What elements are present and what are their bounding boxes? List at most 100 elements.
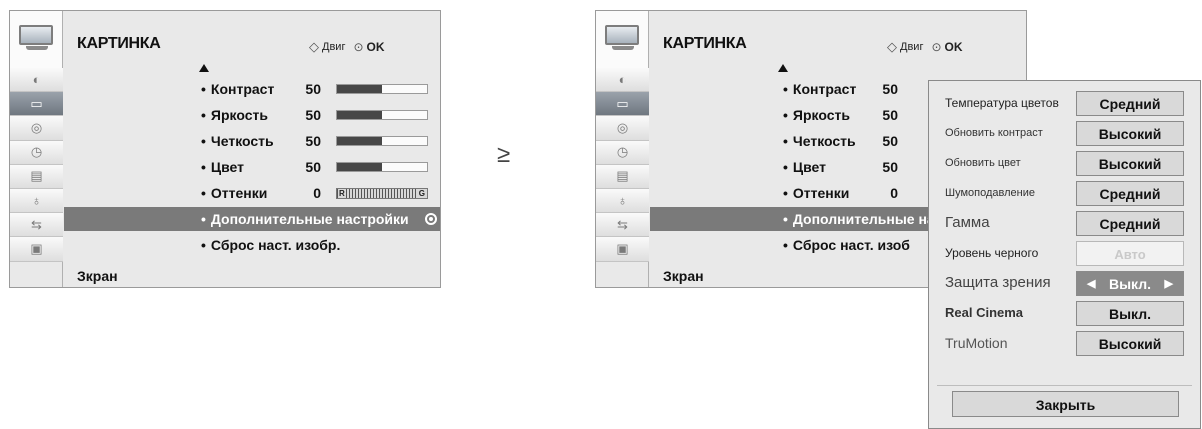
contrast-value: 50 bbox=[882, 81, 898, 97]
enter-icon bbox=[425, 213, 437, 225]
popup-row-noise-reduction[interactable]: Шумоподавление Средний bbox=[929, 178, 1200, 208]
input-icon[interactable]: ⇆ bbox=[10, 213, 63, 238]
color-temperature-label: Температура цветов bbox=[945, 96, 1059, 110]
screen-icon[interactable]: ▣ bbox=[10, 237, 63, 262]
popup-row-color-temperature[interactable]: Температура цветов Средний bbox=[929, 88, 1200, 118]
real-cinema-label: Real Cinema bbox=[945, 305, 1024, 320]
advanced-settings-label: Дополнительные настройки bbox=[210, 211, 409, 227]
noise-reduction-value[interactable]: Средний bbox=[1076, 181, 1184, 206]
trumotion-label: TruMotion bbox=[945, 335, 1008, 351]
popup-row-real-cinema[interactable]: Real Cinema Выкл. bbox=[929, 298, 1200, 328]
dynamic-contrast-value[interactable]: Высокий bbox=[1076, 121, 1184, 146]
input-icon[interactable]: ⇆ bbox=[596, 213, 649, 238]
arrow-left-icon[interactable]: ◀ bbox=[1087, 272, 1095, 297]
popup-row-dynamic-contrast[interactable]: Обновить контраст Высокий bbox=[929, 118, 1200, 148]
picture-presets-icon[interactable]: ◐ bbox=[10, 68, 63, 93]
popup-row-eye-care[interactable]: Защита зрения ◀ Выкл. ▶ bbox=[929, 268, 1200, 298]
menu-item-contrast[interactable]: • Контраст bbox=[201, 79, 274, 99]
move-hint: Двиг bbox=[900, 41, 924, 53]
picture-presets-icon[interactable]: ◐ bbox=[596, 68, 649, 93]
popup-row-trumotion[interactable]: TruMotion Высокий bbox=[929, 328, 1200, 358]
move-icon: ◇ bbox=[887, 39, 897, 54]
nav-hints: ◇ Двиг ⊙ OK bbox=[309, 39, 385, 55]
color-value: 50 bbox=[305, 159, 321, 175]
popup-row-black-level[interactable]: Уровень черного Авто bbox=[929, 238, 1200, 268]
menu-title: КАРТИНКА bbox=[663, 35, 747, 52]
selected-menu-item[interactable]: • Дополнительные настройки bbox=[64, 207, 440, 231]
menu-item-color[interactable]: • Цвет bbox=[783, 157, 826, 177]
eye-care-selector[interactable]: ◀ Выкл. ▶ bbox=[1076, 271, 1184, 296]
lock-icon[interactable]: ▤ bbox=[596, 164, 649, 189]
screen-icon[interactable]: ▣ bbox=[596, 237, 649, 262]
picture-icon[interactable]: ▭ bbox=[596, 92, 649, 117]
popup-row-dynamic-color[interactable]: Обновить цвет Высокий bbox=[929, 148, 1200, 178]
lock-icon[interactable]: ▤ bbox=[10, 164, 63, 189]
menu-item-tint[interactable]: • Оттенки bbox=[201, 183, 267, 203]
color-slider[interactable] bbox=[336, 162, 428, 172]
menu-item-color[interactable]: • Цвет bbox=[201, 157, 244, 177]
time-icon[interactable]: ◷ bbox=[596, 140, 649, 165]
brightness-value: 50 bbox=[305, 107, 321, 123]
ok-icon: ⊙ bbox=[931, 40, 942, 54]
tint-r-label: R bbox=[338, 189, 346, 198]
move-hint: Двиг bbox=[322, 41, 346, 53]
scroll-up-arrow-icon[interactable] bbox=[778, 64, 788, 72]
popup-row-gamma[interactable]: Гамма Средний bbox=[929, 208, 1200, 238]
ok-hint: OK bbox=[944, 40, 963, 54]
eye-care-label: Защита зрения bbox=[945, 274, 1051, 291]
time-icon[interactable]: ◷ bbox=[10, 140, 63, 165]
audio-icon[interactable]: ◎ bbox=[10, 116, 63, 141]
sharpness-value: 50 bbox=[305, 133, 321, 149]
close-button[interactable]: Закрыть bbox=[952, 391, 1179, 417]
dynamic-color-label: Обновить цвет bbox=[945, 157, 1021, 169]
real-cinema-value[interactable]: Выкл. bbox=[1076, 301, 1184, 326]
tint-value: 0 bbox=[313, 185, 321, 201]
audio-icon[interactable]: ◎ bbox=[596, 116, 649, 141]
menu-header: КАРТИНКА ◇ Двиг ⊙ OK bbox=[596, 11, 1026, 68]
sharpness-slider[interactable] bbox=[336, 136, 428, 146]
scroll-up-arrow-icon[interactable] bbox=[199, 64, 209, 72]
black-level-label: Уровень черного bbox=[945, 246, 1039, 260]
move-icon: ◇ bbox=[309, 39, 319, 54]
menu-title: КАРТИНКА bbox=[77, 35, 161, 52]
menu-item-brightness[interactable]: • Яркость bbox=[201, 105, 268, 125]
popup-divider bbox=[937, 385, 1192, 386]
option-icon[interactable]: ♁ bbox=[596, 188, 649, 214]
menu-item-contrast[interactable]: • Контраст bbox=[783, 79, 856, 99]
trumotion-value[interactable]: Высокий bbox=[1076, 331, 1184, 356]
menu-item-reset[interactable]: • Сброс наст. изоб bbox=[783, 235, 910, 255]
menu-header: КАРТИНКА ◇ Двиг ⊙ OK bbox=[10, 11, 440, 68]
selected-menu-item[interactable]: • Дополнительные на bbox=[650, 207, 940, 231]
menu-item-tint[interactable]: • Оттенки bbox=[783, 183, 849, 203]
option-icon[interactable]: ♁ bbox=[10, 188, 63, 214]
color-temperature-value[interactable]: Средний bbox=[1076, 91, 1184, 116]
tv-icon bbox=[10, 11, 63, 68]
picture-icon[interactable]: ▭ bbox=[10, 92, 63, 117]
advanced-settings-label: Дополнительные на bbox=[792, 211, 935, 227]
picture-menu-left: КАРТИНКА ◇ Двиг ⊙ OK ◐ ▭ ◎ ◷ ▤ ♁ ⇆ ▣ • Ко… bbox=[9, 10, 441, 288]
gamma-value[interactable]: Средний bbox=[1076, 211, 1184, 236]
menu-item-reset[interactable]: • Сброс наст. изобр. bbox=[201, 235, 340, 255]
eye-care-value: Выкл. bbox=[1108, 276, 1152, 292]
tint-value: 0 bbox=[890, 185, 898, 201]
transition-arrow-icon: ≥ bbox=[497, 141, 511, 168]
noise-reduction-label: Шумоподавление bbox=[945, 187, 1035, 199]
menu-item-sharpness[interactable]: • Четкость bbox=[783, 131, 856, 151]
advanced-settings-popup: Температура цветов Средний Обновить конт… bbox=[928, 80, 1201, 429]
ok-icon: ⊙ bbox=[353, 40, 364, 54]
gamma-label: Гамма bbox=[945, 214, 990, 231]
brightness-slider[interactable] bbox=[336, 110, 428, 120]
dynamic-color-value[interactable]: Высокий bbox=[1076, 151, 1184, 176]
contrast-slider[interactable] bbox=[336, 84, 428, 94]
category-sidebar: ◐ ▭ ◎ ◷ ▤ ♁ ⇆ ▣ bbox=[10, 68, 63, 287]
sharpness-value: 50 bbox=[882, 133, 898, 149]
arrow-right-icon[interactable]: ▶ bbox=[1165, 272, 1173, 297]
category-sidebar: ◐ ▭ ◎ ◷ ▤ ♁ ⇆ ▣ bbox=[596, 68, 649, 287]
dynamic-contrast-label: Обновить контраст bbox=[945, 127, 1043, 139]
contrast-value: 50 bbox=[305, 81, 321, 97]
menu-item-brightness[interactable]: • Яркость bbox=[783, 105, 850, 125]
tint-slider[interactable]: R G bbox=[336, 188, 428, 199]
menu-item-sharpness[interactable]: • Четкость bbox=[201, 131, 274, 151]
screen-category-label: Зкран bbox=[663, 268, 704, 284]
brightness-value: 50 bbox=[882, 107, 898, 123]
